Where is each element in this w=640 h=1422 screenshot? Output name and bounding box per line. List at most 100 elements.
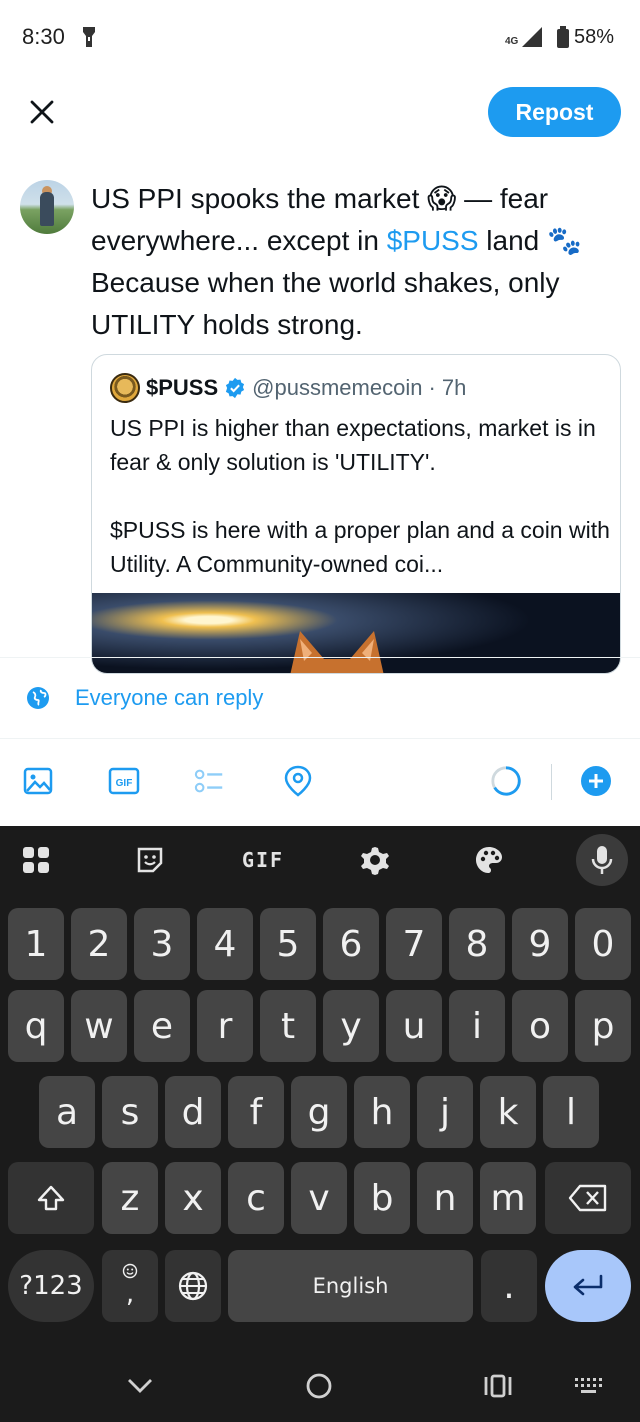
quoted-media-image[interactable] xyxy=(92,593,620,673)
key-j[interactable]: j xyxy=(417,1076,473,1148)
key-p[interactable]: p xyxy=(575,990,631,1062)
cat-image xyxy=(290,631,384,673)
key-f[interactable]: f xyxy=(228,1076,284,1148)
quoted-avatar xyxy=(110,373,140,403)
key-6[interactable]: 6 xyxy=(323,908,379,980)
backspace-key[interactable] xyxy=(545,1162,631,1234)
quoted-paragraph: US PPI is higher than expectations, mark… xyxy=(110,415,596,475)
key-w[interactable]: w xyxy=(71,990,127,1062)
key-d[interactable]: d xyxy=(165,1076,221,1148)
keyboard-toolbar: GIF xyxy=(0,826,640,894)
network-type: 4G xyxy=(505,36,519,47)
close-icon xyxy=(30,100,54,124)
enter-icon xyxy=(573,1274,603,1296)
key-h[interactable]: h xyxy=(354,1076,410,1148)
period-key[interactable]: . xyxy=(481,1250,537,1322)
key-3[interactable]: 3 xyxy=(134,908,190,980)
key-0[interactable]: 0 xyxy=(575,908,631,980)
key-9[interactable]: 9 xyxy=(512,908,568,980)
key-4[interactable]: 4 xyxy=(197,908,253,980)
reply-settings-button[interactable]: Everyone can reply xyxy=(0,670,640,730)
composer-toolbar: GIF xyxy=(0,750,640,820)
hide-keyboard-icon[interactable] xyxy=(120,1366,160,1406)
flashlight-icon xyxy=(82,26,96,53)
key-s[interactable]: s xyxy=(102,1076,158,1148)
key-r[interactable]: r xyxy=(197,990,253,1062)
divider xyxy=(0,657,640,658)
status-time: 8:30 xyxy=(22,24,65,49)
svg-text:GIF: GIF xyxy=(116,778,133,789)
key-q[interactable]: q xyxy=(8,990,64,1062)
sticker-icon[interactable] xyxy=(130,840,170,880)
emoji-comma-key[interactable]: , xyxy=(102,1250,158,1322)
key-u[interactable]: u xyxy=(386,990,442,1062)
key-1[interactable]: 1 xyxy=(8,908,64,980)
repost-button[interactable]: Repost xyxy=(488,87,621,137)
key-m[interactable]: m xyxy=(480,1162,536,1234)
microphone-icon[interactable] xyxy=(576,834,628,886)
comma-label: , xyxy=(125,1279,135,1309)
keyboard: GIF 1 2 3 4 5 6 7 8 9 0 q w e r t y u i … xyxy=(0,826,640,1422)
key-o[interactable]: o xyxy=(512,990,568,1062)
close-button[interactable] xyxy=(22,92,62,132)
key-5[interactable]: 5 xyxy=(260,908,316,980)
language-key[interactable] xyxy=(165,1250,221,1322)
quoted-time: · 7h xyxy=(428,375,467,400)
backspace-icon xyxy=(568,1184,607,1212)
key-g[interactable]: g xyxy=(291,1076,347,1148)
poll-icon xyxy=(194,764,226,798)
post-text-input[interactable]: US PPI spooks the market 😱 — fear everyw… xyxy=(91,178,611,346)
key-t[interactable]: t xyxy=(260,990,316,1062)
apps-grid-icon[interactable] xyxy=(16,840,56,880)
key-c[interactable]: c xyxy=(228,1162,284,1234)
shift-icon xyxy=(37,1185,65,1211)
key-l[interactable]: l xyxy=(543,1076,599,1148)
key-v[interactable]: v xyxy=(291,1162,347,1234)
toolbar-separator xyxy=(551,764,552,800)
location-icon[interactable] xyxy=(282,764,314,798)
key-2[interactable]: 2 xyxy=(71,908,127,980)
quoted-tweet-body: US PPI is higher than expectations, mark… xyxy=(110,411,610,615)
key-k[interactable]: k xyxy=(480,1076,536,1148)
quoted-author-name: $PUSS xyxy=(146,375,219,400)
image-icon[interactable] xyxy=(22,764,54,798)
key-x[interactable]: x xyxy=(165,1162,221,1234)
keyboard-switch-icon[interactable] xyxy=(568,1366,608,1406)
shift-key[interactable] xyxy=(8,1162,94,1234)
palette-icon[interactable] xyxy=(469,840,509,880)
reply-settings-label: Everyone can reply xyxy=(75,685,264,710)
status-bar: 8:30 4G 58% xyxy=(0,0,640,76)
key-i[interactable]: i xyxy=(449,990,505,1062)
recents-icon[interactable] xyxy=(478,1366,518,1406)
cashtag-link[interactable]: $PUSS xyxy=(387,225,479,256)
avatar xyxy=(20,180,74,234)
quoted-tweet[interactable]: $PUSS @pussmemecoin · 7h US PPI is highe… xyxy=(91,354,621,674)
signal-icon xyxy=(520,26,544,53)
key-b[interactable]: b xyxy=(354,1162,410,1234)
key-7[interactable]: 7 xyxy=(386,908,442,980)
globe-icon xyxy=(178,1271,208,1301)
symbols-key[interactable]: ?123 xyxy=(8,1250,94,1322)
quoted-tweet-header: $PUSS @pussmemecoin · 7h xyxy=(110,373,466,403)
add-post-icon[interactable] xyxy=(580,764,612,798)
quoted-handle: @pussmemecoin xyxy=(252,375,423,400)
key-z[interactable]: z xyxy=(102,1162,158,1234)
emoji-icon xyxy=(122,1263,138,1279)
key-n[interactable]: n xyxy=(417,1162,473,1234)
settings-gear-icon[interactable] xyxy=(355,840,395,880)
gif-icon[interactable]: GIF xyxy=(108,764,140,798)
battery-icon xyxy=(556,26,570,53)
key-e[interactable]: e xyxy=(134,990,190,1062)
space-key[interactable]: English xyxy=(228,1250,473,1322)
key-y[interactable]: y xyxy=(323,990,379,1062)
navigation-bar xyxy=(0,1350,640,1422)
battery-percent: 58% xyxy=(574,26,615,48)
key-a[interactable]: a xyxy=(39,1076,95,1148)
verified-badge-icon xyxy=(226,377,245,399)
key-8[interactable]: 8 xyxy=(449,908,505,980)
gif-keyboard-button[interactable]: GIF xyxy=(240,840,286,880)
globe-icon xyxy=(26,686,50,715)
character-count-ring-icon xyxy=(490,764,522,798)
home-icon[interactable] xyxy=(299,1366,339,1406)
enter-key[interactable] xyxy=(545,1250,631,1322)
